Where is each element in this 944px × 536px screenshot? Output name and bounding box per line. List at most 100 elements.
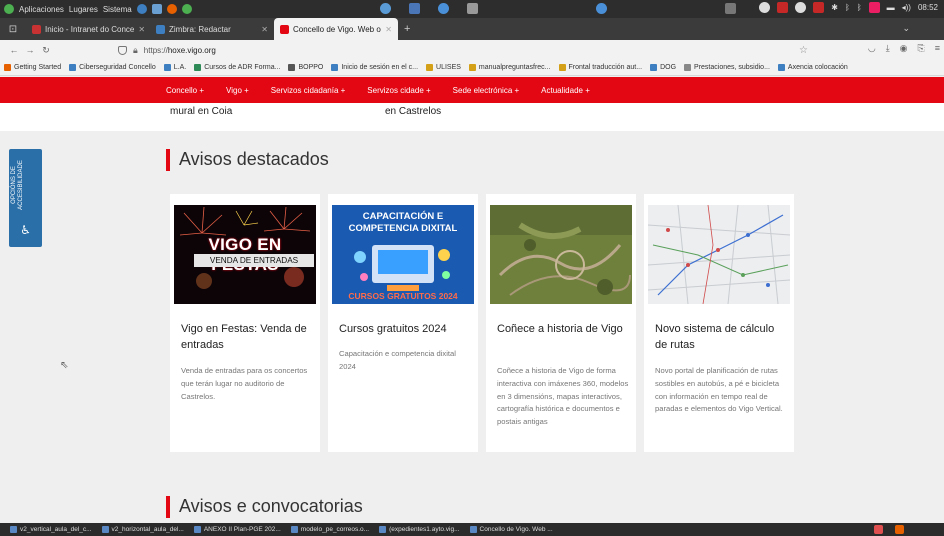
tab-concello-vigo[interactable]: Concello de Vigo. Web o ✕: [274, 18, 398, 40]
bookmark-item[interactable]: Getting Started: [4, 64, 61, 71]
bookmark-item[interactable]: manualpreguntasfrec...: [468, 64, 551, 71]
taskbar-item[interactable]: ANEXO II Plan-PGE 202...: [193, 526, 281, 533]
os-menu-lugares[interactable]: Lugares: [69, 5, 98, 14]
bookmark-item[interactable]: Ciberseguridad Concello: [69, 64, 156, 71]
bluetooth-icon[interactable]: ᛒ: [845, 3, 850, 12]
tab-intranet[interactable]: Inicio - Intranet do Conce ✕: [26, 18, 150, 40]
power-icon[interactable]: [759, 2, 771, 13]
applet-icon[interactable]: [438, 3, 449, 14]
bookmark-favicon-icon: [4, 64, 11, 71]
clock[interactable]: 08:52: [918, 3, 938, 12]
card-image-title: CAPACITACIÓN E COMPETENCIA DIXITAL: [348, 211, 458, 234]
bookmark-item[interactable]: BOPPO: [288, 64, 323, 71]
applet-icon[interactable]: [725, 3, 736, 14]
volume-icon[interactable]: ◂)): [902, 3, 911, 12]
menu-icon[interactable]: ≡: [935, 43, 940, 54]
card-historia-vigo[interactable]: Coñece a historia de Vigo Coñece a histo…: [486, 194, 636, 452]
tray-icon[interactable]: [868, 2, 880, 13]
battery-icon[interactable]: ▬: [887, 3, 895, 12]
account-icon[interactable]: ◉: [900, 43, 908, 54]
new-tab-button[interactable]: +: [398, 23, 416, 35]
taskbar-item[interactable]: (expedientes1.ayto.vig...: [379, 526, 460, 533]
card-title[interactable]: Cursos gratuitos 2024: [339, 321, 471, 337]
system-menu-icon[interactable]: [4, 4, 14, 14]
menu-item-servizos-cidadania[interactable]: Servizos cidadanía +: [271, 86, 346, 95]
bookmark-item[interactable]: ULISES: [426, 64, 461, 71]
bookmark-item[interactable]: L.A.: [163, 64, 187, 71]
url-scheme: https://: [143, 45, 168, 55]
close-tab-icon[interactable]: ✕: [261, 25, 268, 34]
launcher-icon[interactable]: [181, 4, 192, 14]
tab-list-icon[interactable]: ⊡: [0, 24, 26, 35]
tab-zimbra[interactable]: Zimbra: Redactar ✕: [150, 18, 274, 40]
bookmark-item[interactable]: Cursos de ADR Forma...: [194, 64, 280, 71]
card-image[interactable]: [490, 205, 632, 304]
taskbar-item[interactable]: Concello de Vigo. Web ...: [469, 526, 553, 533]
news-item-mural[interactable]: mural en Coia: [170, 106, 232, 117]
applet-icon[interactable]: [380, 3, 391, 14]
launcher-icon[interactable]: [136, 4, 147, 14]
site-main-menu: Concello + Vigo + Servizos cidadanía + S…: [0, 77, 944, 103]
card-image[interactable]: VIGO EN FESTAS VENDA DE ENTRADAS: [174, 205, 316, 304]
tray-icon[interactable]: [813, 2, 825, 13]
taskbar-item[interactable]: modelo_pe_correos.o...: [290, 526, 369, 533]
menu-item-vigo[interactable]: Vigo +: [226, 86, 249, 95]
taskbar-item[interactable]: v2_horizontal_aula_del...: [101, 526, 184, 533]
menu-item-sede-electronica[interactable]: Sede electrónica +: [453, 86, 520, 95]
card-title[interactable]: Novo sistema de cálculo de rutas: [655, 321, 787, 353]
bookmark-label: Ciberseguridad Concello: [79, 64, 156, 71]
accessibility-label: OPCIÓNS DE ACCESIBILIDADE: [11, 160, 24, 210]
taskbar-item-label: ANEXO II Plan-PGE 202...: [203, 526, 281, 533]
menu-item-actualidade[interactable]: Actualidade +: [541, 86, 590, 95]
menu-item-concello[interactable]: Concello +: [166, 86, 204, 95]
back-button[interactable]: ←: [6, 45, 22, 55]
extensions-icon[interactable]: ⎘: [918, 43, 925, 54]
card-calculo-rutas[interactable]: Novo sistema de cálculo de rutas Novo po…: [644, 194, 794, 452]
shield-icon[interactable]: [118, 45, 127, 55]
card-cursos-gratuitos[interactable]: CAPACITACIÓN E COMPETENCIA DIXITAL CURSO…: [328, 194, 478, 452]
accessibility-options-button[interactable]: OPCIÓNS DE ACCESIBILIDADE ♿︎: [9, 149, 42, 247]
firefox-launcher-icon[interactable]: [166, 4, 177, 14]
news-item-castrelos[interactable]: en Castrelos: [385, 106, 441, 117]
card-vigo-en-festas[interactable]: VIGO EN FESTAS VENDA DE ENTRADAS Vigo en…: [170, 194, 320, 452]
bookmark-item[interactable]: Prestaciones, subsidio...: [684, 64, 770, 71]
tray-icon[interactable]: [777, 2, 789, 13]
bookmark-item[interactable]: Inicio de sesión en el c...: [331, 64, 418, 71]
applet-icon[interactable]: [596, 3, 607, 14]
menu-item-servizos-cidade[interactable]: Servizos cidade +: [367, 86, 430, 95]
chevron-down-icon[interactable]: ⌄: [902, 23, 910, 34]
bookmark-item[interactable]: Frontal traducción aut...: [558, 64, 642, 71]
forward-button[interactable]: →: [22, 45, 38, 55]
browser-nav-bar: ← → ↻ 🔒︎ https://hoxe.vigo.org ☆ ◡ ⤓ ◉ ⎘…: [0, 40, 944, 60]
bluetooth-icon[interactable]: ᛒ: [857, 3, 862, 12]
applet-icon[interactable]: [409, 3, 420, 14]
tray-icon[interactable]: [874, 525, 883, 534]
card-image[interactable]: [648, 205, 790, 304]
download-icon[interactable]: ⤓: [886, 43, 890, 54]
bookmark-star-icon[interactable]: ☆: [799, 45, 808, 56]
tab-favicon-icon: [32, 24, 41, 34]
applet-icon[interactable]: [467, 3, 478, 14]
card-title[interactable]: Vigo en Festas: Venda de entradas: [181, 321, 313, 353]
bookmark-label: L.A.: [173, 64, 187, 71]
address-bar[interactable]: 🔒︎ https://hoxe.vigo.org ☆: [118, 42, 808, 58]
launcher-icon[interactable]: [151, 4, 162, 14]
taskbar-item[interactable]: v2_vertical_aula_del_c...: [10, 526, 92, 533]
pocket-icon[interactable]: ◡: [868, 43, 876, 54]
close-tab-icon[interactable]: ✕: [385, 25, 392, 34]
reload-button[interactable]: ↻: [38, 45, 54, 56]
firefox-tray-icon[interactable]: [895, 525, 904, 534]
os-menu-aplicaciones[interactable]: Aplicaciones: [19, 5, 64, 14]
lock-icon[interactable]: 🔒︎: [133, 45, 138, 56]
tab-label: Inicio - Intranet do Conce: [45, 24, 135, 34]
os-menu-sistema[interactable]: Sistema: [103, 5, 132, 14]
bookmark-favicon-icon: [69, 64, 77, 71]
bookmark-item[interactable]: Axencia colocación: [777, 64, 848, 71]
settings-icon[interactable]: ✱: [831, 3, 838, 12]
tray-icon[interactable]: [795, 2, 807, 13]
card-image[interactable]: CAPACITACIÓN E COMPETENCIA DIXITAL CURSO…: [332, 205, 474, 304]
close-tab-icon[interactable]: ✕: [138, 25, 145, 34]
bookmark-item[interactable]: DOG: [650, 64, 676, 71]
bookmark-label: Axencia colocación: [787, 64, 848, 71]
card-title[interactable]: Coñece a historia de Vigo: [497, 321, 629, 337]
